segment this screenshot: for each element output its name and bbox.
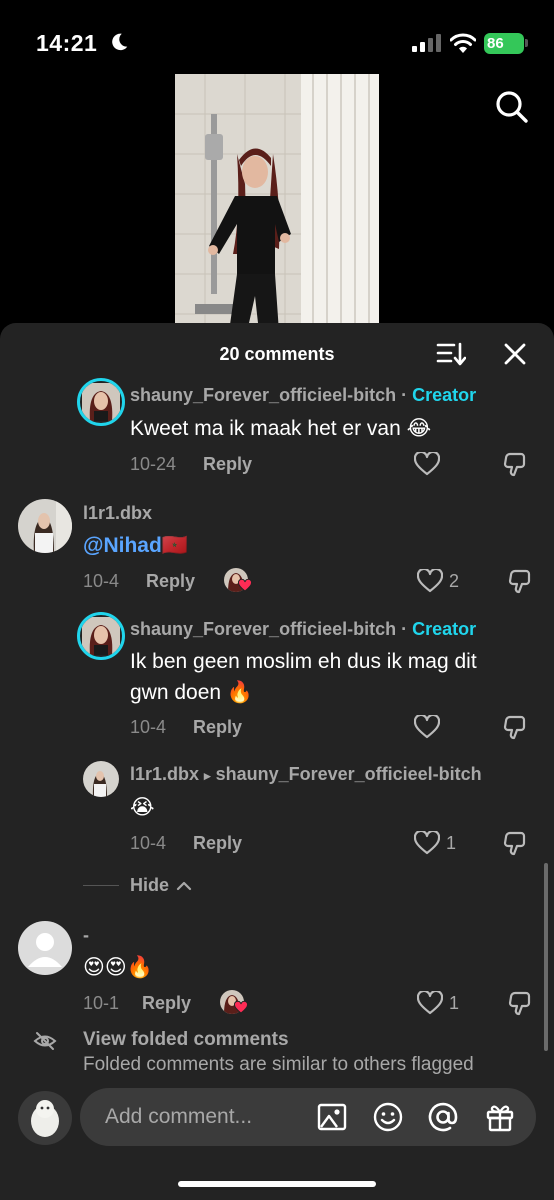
reply-button[interactable]: Reply	[146, 571, 195, 592]
heart-icon[interactable]	[414, 715, 440, 739]
comment-text-line-1: Ik ben geen moslim eh dus ik mag dit	[130, 650, 477, 673]
comment-username[interactable]: -	[83, 925, 89, 946]
avatar[interactable]	[18, 921, 72, 975]
comment-date: 10-1	[83, 993, 120, 1013]
eye-off-icon	[33, 1032, 57, 1050]
scrollbar[interactable]	[544, 863, 548, 1051]
battery-tip	[525, 39, 528, 47]
avatar-image	[18, 499, 72, 553]
moon-icon	[112, 33, 128, 51]
gift-icon[interactable]	[485, 1102, 515, 1132]
comment-date: 10-24	[130, 454, 177, 474]
dislike-icon[interactable]	[502, 451, 528, 477]
signal-icon	[412, 34, 441, 52]
like-count: 1	[446, 833, 457, 853]
username-text[interactable]: l1r1.dbx	[130, 764, 199, 784]
avatar[interactable]	[77, 612, 125, 660]
dislike-icon[interactable]	[507, 990, 533, 1016]
comment-emoji: 😍😍🔥	[83, 955, 153, 979]
comment-date: 10-4	[83, 571, 120, 591]
comment-input[interactable]: Add comment...	[80, 1088, 536, 1146]
avatar[interactable]	[18, 499, 72, 553]
reply-button[interactable]: Reply	[193, 717, 242, 738]
close-icon[interactable]	[503, 342, 527, 366]
battery-icon: 86	[484, 33, 524, 54]
comment-username[interactable]: shauny_Forever_officieel-bitch · Creator	[130, 619, 476, 640]
comment-text-line-2: gwn doen 🔥	[130, 677, 253, 708]
comments-count-title: 20 comments	[219, 344, 335, 364]
mention-link[interactable]: @Nihad	[83, 534, 162, 557]
my-avatar-image	[18, 1091, 72, 1145]
reply-button[interactable]: Reply	[142, 993, 191, 1014]
flag-emoji: 🇲🇦	[161, 533, 188, 557]
avatar-image	[83, 761, 119, 797]
image-icon[interactable]	[317, 1102, 347, 1132]
creator-liked-heart-icon	[238, 579, 252, 592]
comment-date: 10-4	[130, 717, 167, 737]
folded-comments-note: Folded comments are similar to others fl…	[83, 1054, 474, 1075]
comment-input-placeholder: Add comment...	[105, 1105, 253, 1128]
comment-date: 10-4	[130, 833, 167, 853]
status-bar: 14:21 86	[0, 0, 554, 70]
comment-text: @Nihad🇲🇦	[83, 530, 188, 561]
my-avatar[interactable]	[18, 1091, 72, 1145]
video-frame	[175, 74, 379, 332]
comment-emoji: 😂	[406, 416, 432, 440]
avatar-image	[82, 383, 120, 421]
separator-dot: ·	[401, 385, 408, 405]
emoji-icon[interactable]	[373, 1102, 403, 1132]
dislike-icon[interactable]	[507, 568, 533, 594]
like-count: 2	[449, 571, 460, 591]
heart-icon[interactable]	[417, 991, 443, 1015]
reply-button[interactable]: Reply	[193, 833, 242, 854]
wifi-icon	[450, 33, 476, 53]
comment-emoji: 😭	[130, 795, 155, 819]
username-text[interactable]: shauny_Forever_officieel-bitch	[130, 619, 396, 639]
reply-arrow-icon: ▸	[204, 768, 211, 783]
heart-icon[interactable]	[417, 569, 443, 593]
comment-text-body: Kweet ma ik maak het er van	[130, 417, 401, 440]
battery-level: 86	[487, 35, 504, 52]
hide-divider	[83, 885, 119, 886]
comment-username[interactable]: shauny_Forever_officieel-bitch · Creator	[130, 385, 476, 406]
creator-badge: Creator	[412, 385, 477, 405]
comment-text-body: gwn doen	[130, 681, 222, 704]
dislike-icon[interactable]	[502, 714, 528, 740]
comment-emoji: 🔥	[226, 680, 254, 704]
reply-to-username[interactable]: shauny_Forever_officieel-bitch	[216, 764, 482, 784]
comment-username[interactable]: l1r1.dbx	[83, 503, 152, 524]
comment-username[interactable]: l1r1.dbx ▸ shauny_Forever_officieel-bitc…	[130, 764, 482, 785]
search-icon[interactable]	[495, 90, 529, 124]
creator-badge: Creator	[412, 619, 477, 639]
hide-replies-button[interactable]: Hide	[130, 875, 169, 896]
avatar-image	[82, 617, 120, 655]
username-text[interactable]: shauny_Forever_officieel-bitch	[130, 385, 396, 405]
chevron-up-icon[interactable]	[176, 879, 192, 891]
avatar[interactable]	[83, 761, 119, 797]
default-avatar-icon	[28, 933, 62, 967]
dislike-icon[interactable]	[502, 830, 528, 856]
status-time: 14:21	[36, 30, 98, 56]
comments-sheet: 20 comments shauny_Forever_officieel-bit…	[0, 323, 554, 1200]
comment-text: Kweet ma ik maak het er van 😂	[130, 413, 431, 444]
like-count: 1	[449, 993, 460, 1013]
separator-dot: ·	[401, 619, 408, 639]
reply-button[interactable]: Reply	[203, 454, 252, 475]
sort-icon[interactable]	[436, 341, 466, 367]
at-icon[interactable]	[428, 1102, 458, 1132]
creator-liked-heart-icon	[234, 1001, 248, 1014]
avatar[interactable]	[77, 378, 125, 426]
view-folded-comments-link[interactable]: View folded comments	[83, 1029, 289, 1051]
video-player[interactable]	[175, 74, 379, 332]
heart-icon[interactable]	[414, 831, 440, 855]
home-indicator[interactable]	[178, 1181, 376, 1187]
heart-icon[interactable]	[414, 452, 440, 476]
